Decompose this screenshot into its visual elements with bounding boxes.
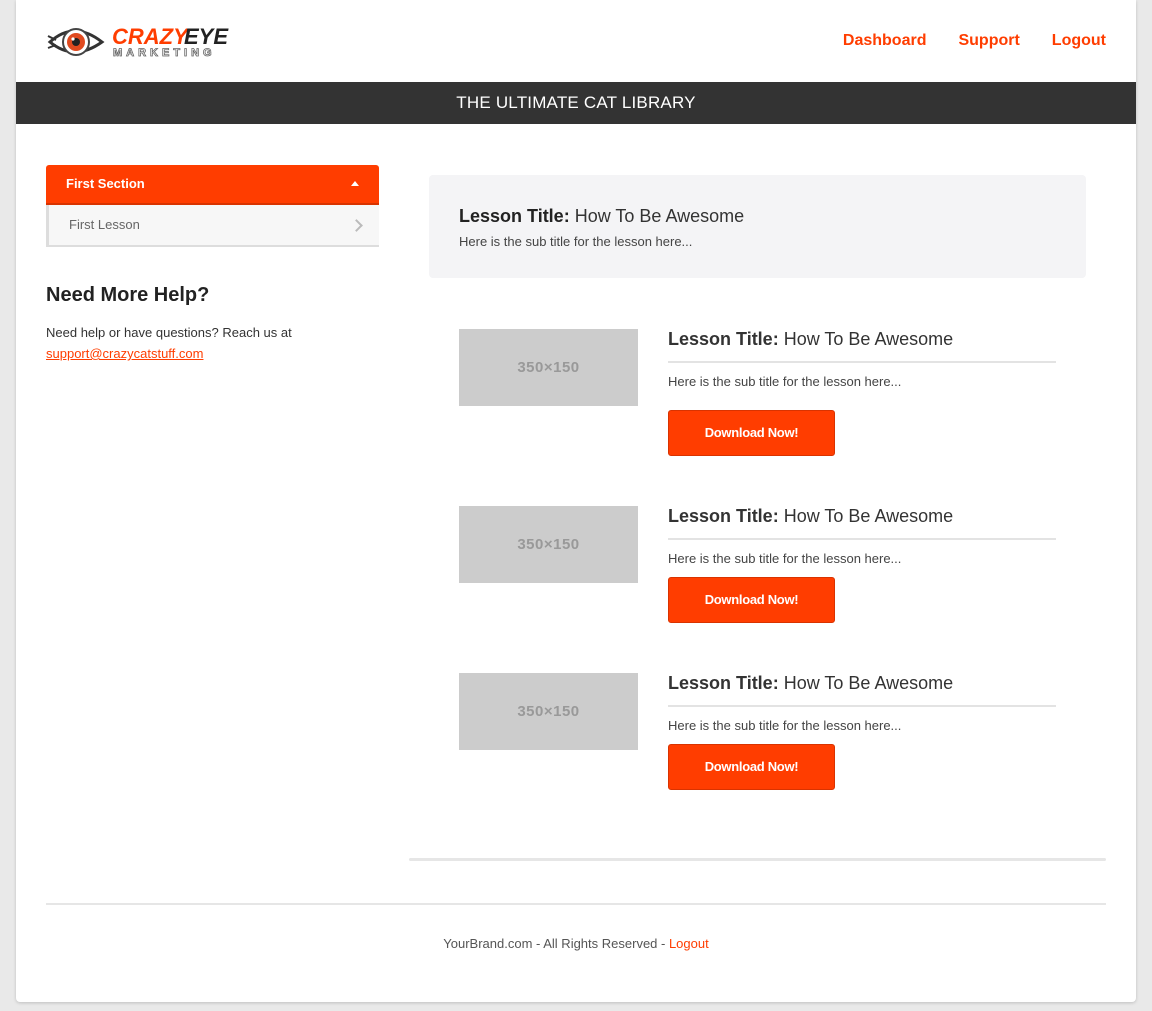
help-heading: Need More Help? [46, 284, 210, 306]
help-text: Need help or have questions? Reach us at… [46, 322, 346, 364]
svg-text:MARKETING: MARKETING [113, 47, 216, 59]
hero-title-prefix: Lesson Title: [459, 206, 570, 226]
page-container: CRAZY EYE MARKETING Dashboard Support Lo… [16, 0, 1136, 1002]
svg-text:EYE: EYE [184, 24, 229, 49]
sidebar-item-first-lesson[interactable]: First Lesson [46, 205, 379, 247]
lesson-thumbnail-placeholder: 350×150 [459, 673, 638, 750]
lesson-thumbnail-placeholder: 350×150 [459, 506, 638, 583]
lesson-title-prefix: Lesson Title: [668, 673, 779, 693]
brand-logo[interactable]: CRAZY EYE MARKETING [46, 18, 246, 62]
lesson-subtitle: Here is the sub title for the lesson her… [668, 551, 902, 566]
chevron-right-icon [350, 219, 363, 232]
lesson-thumbnail-placeholder: 350×150 [459, 329, 638, 406]
caret-up-icon [351, 181, 359, 186]
lesson-title: Lesson Title: How To Be Awesome [668, 506, 1056, 540]
svg-text:CRAZY: CRAZY [112, 24, 190, 49]
hero-lesson-subtitle: Here is the sub title for the lesson her… [459, 234, 693, 249]
top-nav: Dashboard Support Logout [843, 32, 1106, 50]
lesson-row: 350×150 Lesson Title: How To Be Awesome … [459, 329, 1056, 459]
site-footer: YourBrand.com - All Rights Reserved - Lo… [16, 936, 1136, 951]
nav-support-link[interactable]: Support [958, 32, 1019, 50]
eye-logo-icon: CRAZY EYE MARKETING [47, 24, 229, 59]
lesson-row: 350×150 Lesson Title: How To Be Awesome … [459, 673, 1056, 803]
section-label: First Section [66, 176, 145, 191]
lesson-title-prefix: Lesson Title: [668, 329, 779, 349]
support-email-link[interactable]: support@crazycatstuff.com [46, 346, 203, 361]
lesson-subtitle: Here is the sub title for the lesson her… [668, 374, 902, 389]
lesson-hero-panel: Lesson Title: How To Be Awesome Here is … [429, 175, 1086, 278]
content-divider [409, 858, 1106, 861]
lesson-row: 350×150 Lesson Title: How To Be Awesome … [459, 506, 1056, 636]
site-header: CRAZY EYE MARKETING Dashboard Support Lo… [16, 0, 1136, 82]
download-now-button[interactable]: Download Now! [668, 744, 835, 790]
lesson-title-prefix: Lesson Title: [668, 506, 779, 526]
download-now-button[interactable]: Download Now! [668, 577, 835, 623]
nav-logout-link[interactable]: Logout [1052, 32, 1106, 50]
hero-title-text: How To Be Awesome [574, 206, 745, 226]
footer-copyright: YourBrand.com - All Rights Reserved - [443, 936, 669, 951]
lesson-title-text: How To Be Awesome [783, 673, 954, 693]
accordion-section-header[interactable]: First Section [46, 165, 379, 205]
lesson-label: First Lesson [69, 217, 140, 232]
lesson-subtitle: Here is the sub title for the lesson her… [668, 718, 902, 733]
download-now-button[interactable]: Download Now! [668, 410, 835, 456]
section-accordion: First Section First Lesson [46, 165, 379, 247]
lesson-title-text: How To Be Awesome [783, 329, 954, 349]
hero-lesson-title: Lesson Title: How To Be Awesome [459, 206, 744, 227]
footer-logout-link[interactable]: Logout [669, 936, 709, 951]
lesson-title-text: How To Be Awesome [783, 506, 954, 526]
nav-dashboard-link[interactable]: Dashboard [843, 32, 927, 50]
footer-divider [46, 903, 1106, 905]
page-title: THE ULTIMATE CAT LIBRARY [16, 82, 1136, 124]
help-description: Need help or have questions? Reach us at [46, 325, 292, 340]
lesson-title: Lesson Title: How To Be Awesome [668, 673, 1056, 707]
lesson-title: Lesson Title: How To Be Awesome [668, 329, 1056, 363]
